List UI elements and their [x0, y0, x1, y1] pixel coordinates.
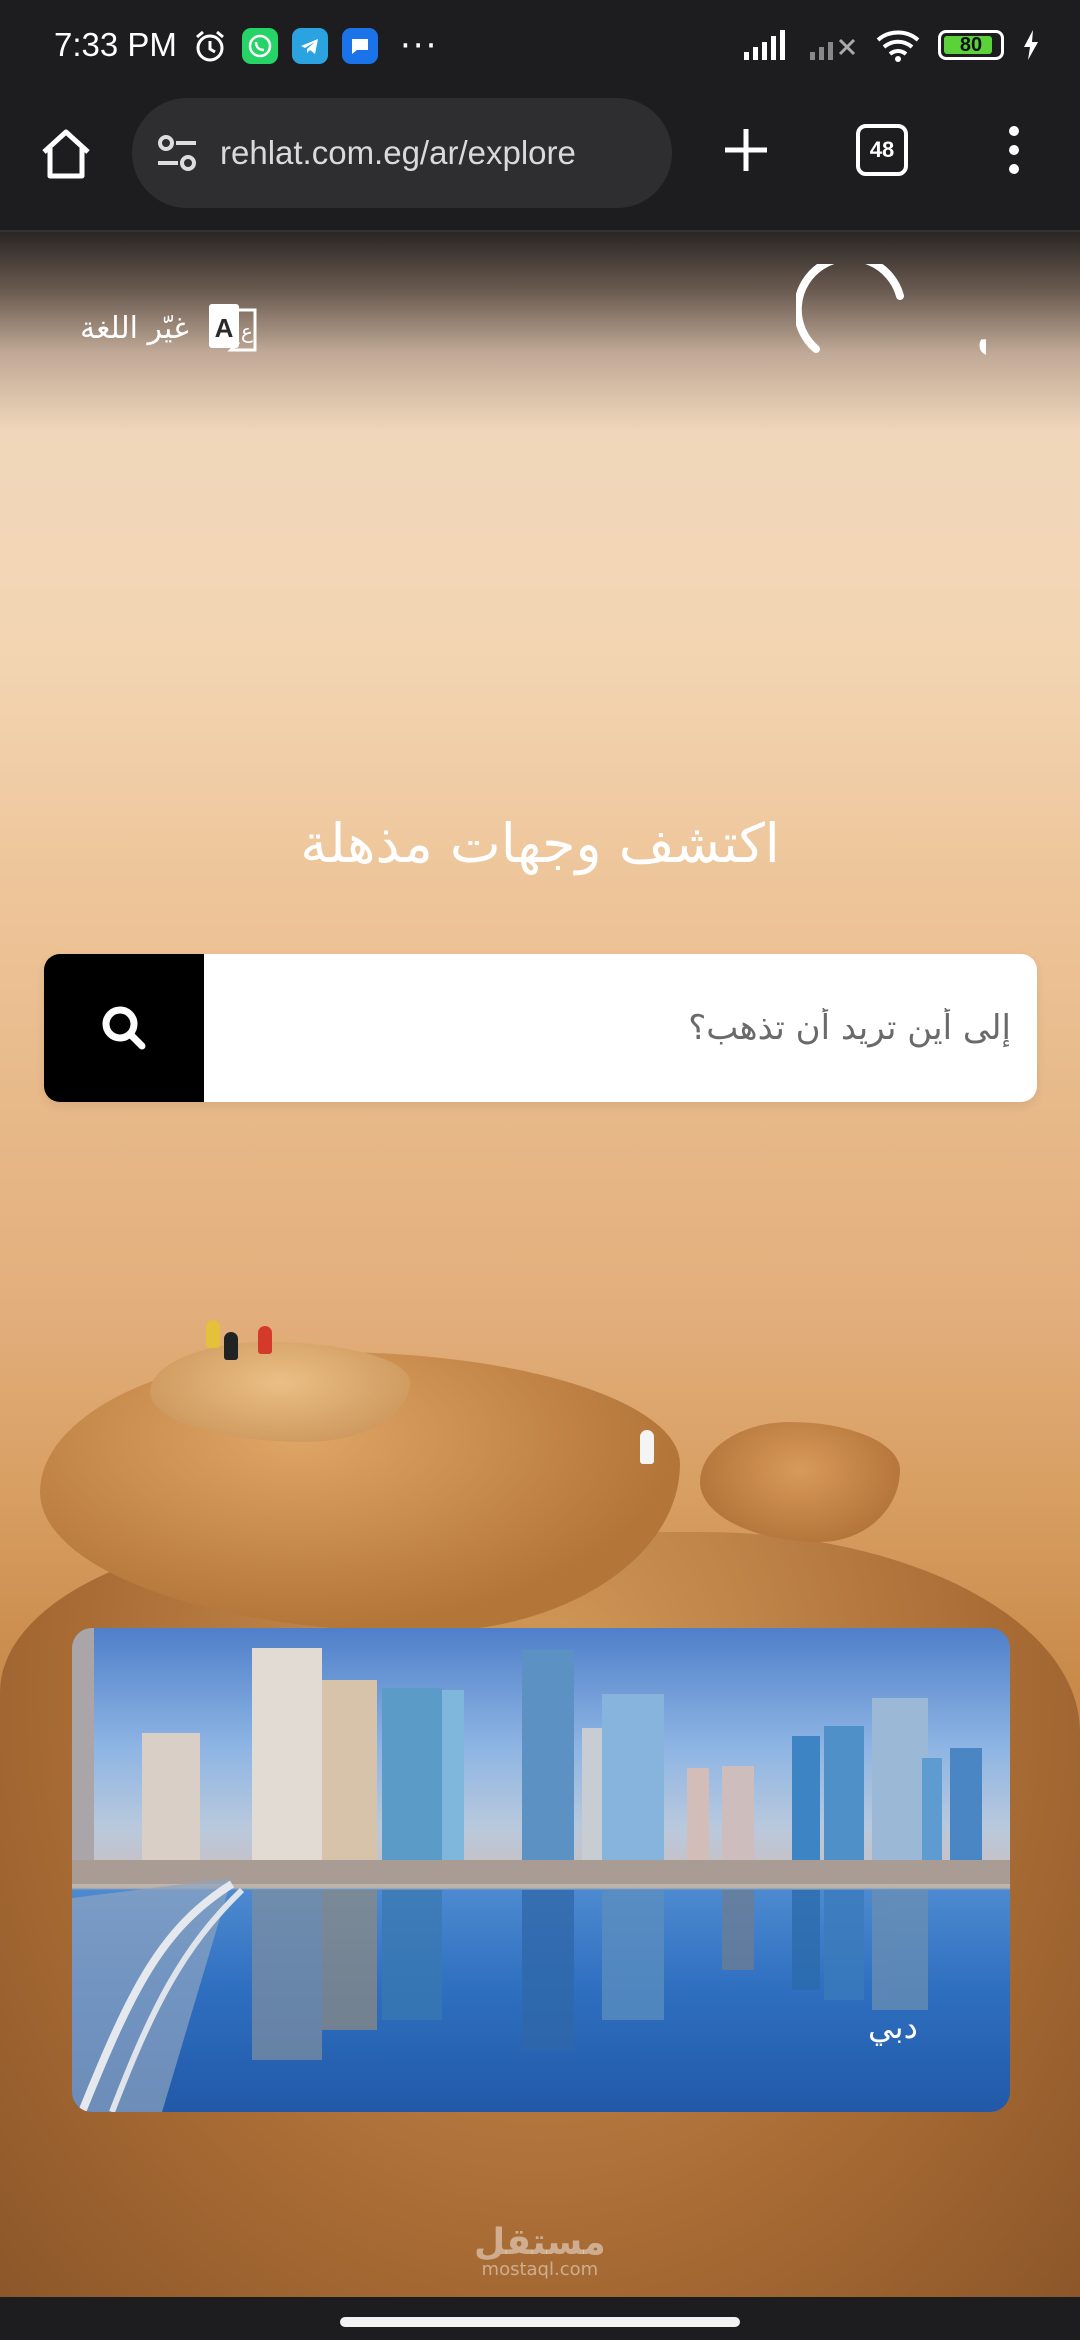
change-language-label: غيّر اللغة — [80, 310, 189, 346]
status-bar: 7:33 PM ··· 80 — [0, 0, 1080, 96]
svg-text:A: A — [214, 313, 233, 343]
destination-name: دبي — [868, 2008, 918, 2046]
watermark-text: مستقل — [474, 2222, 606, 2263]
change-language-button[interactable]: غيّر اللغة A ع — [80, 300, 261, 356]
alarm-icon — [196, 30, 224, 62]
background-rock — [700, 1422, 900, 1542]
signal-off-icon — [810, 38, 856, 60]
translate-icon: A ع — [208, 304, 257, 352]
plus-icon — [725, 129, 767, 171]
address-bar[interactable]: rehlat.com.eg/ar/explore — [132, 98, 672, 208]
explore-page: رحلات غيّر اللغة A ع اكتشف وجهات مذهلة — [0, 232, 1080, 2297]
home-button[interactable] — [34, 122, 98, 186]
destination-card-dubai[interactable]: دبي — [72, 1628, 1010, 2112]
whatsapp-icon — [242, 28, 278, 64]
logo-text: رحلات — [976, 305, 986, 370]
home-indicator[interactable] — [340, 2317, 740, 2327]
status-system-icons: 80 — [742, 28, 1040, 62]
gesture-nav-bar — [0, 2297, 1080, 2340]
more-dots-icon: ··· — [400, 26, 439, 66]
home-icon — [42, 129, 90, 179]
svg-text:ع: ع — [241, 319, 253, 343]
menu-dot — [1009, 126, 1019, 136]
wifi-icon — [876, 30, 920, 62]
browser-toolbar: rehlat.com.eg/ar/explore 48 — [0, 96, 1080, 232]
site-settings-icon[interactable] — [154, 130, 200, 176]
telegram-icon — [292, 28, 328, 64]
menu-dot — [1009, 145, 1019, 155]
charging-icon — [1024, 30, 1038, 60]
status-time: 7:33 PM — [54, 26, 177, 63]
rehlat-logo[interactable]: رحلات — [796, 264, 986, 374]
hero-headline: اكتشف وجهات مذهلة — [300, 812, 780, 875]
watermark: مستقل mostaql.com — [474, 2222, 606, 2280]
background-person — [224, 1332, 238, 1360]
background-person — [206, 1320, 220, 1348]
search-button[interactable] — [44, 954, 204, 1102]
destination-search — [44, 954, 1037, 1102]
background-person — [258, 1326, 272, 1354]
watermark-sub: mostaql.com — [481, 2259, 599, 2280]
browser-menu-button[interactable] — [996, 118, 1032, 182]
signal-icon — [744, 30, 785, 60]
search-icon — [102, 1006, 146, 1050]
background-person — [640, 1430, 654, 1464]
battery-level: 80 — [959, 33, 983, 56]
new-tab-button[interactable] — [714, 118, 778, 182]
messages-icon — [342, 28, 378, 64]
search-input[interactable] — [204, 954, 1037, 1102]
menu-dot — [1009, 164, 1019, 174]
status-notification-icons: ··· — [192, 28, 438, 64]
tab-switcher-button[interactable]: 48 — [856, 124, 908, 176]
battery-icon: 80 — [938, 30, 1004, 60]
url-text: rehlat.com.eg/ar/explore — [220, 134, 576, 171]
